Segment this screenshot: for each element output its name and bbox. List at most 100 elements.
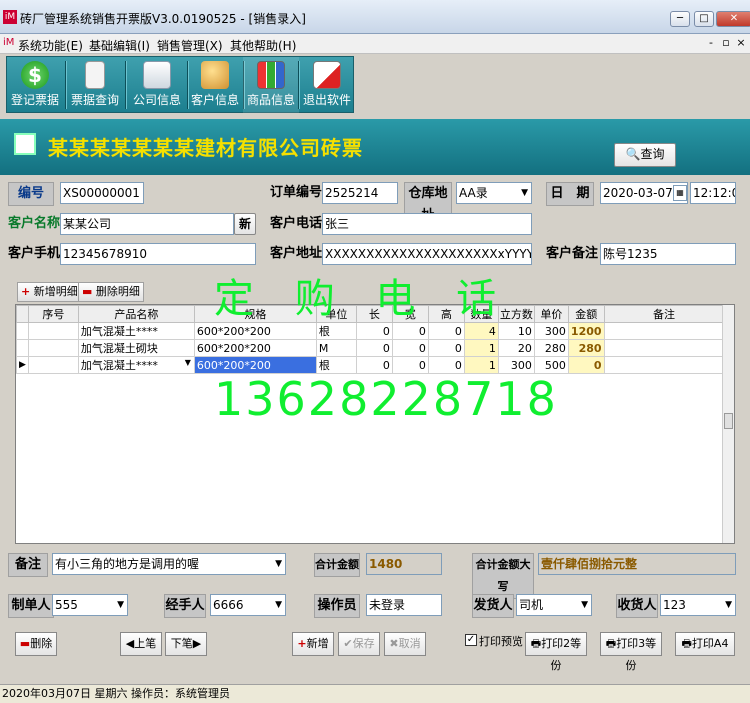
customer-field[interactable]: 某某公司 xyxy=(60,213,234,235)
query-button[interactable]: 🔍查询 xyxy=(614,143,676,167)
menu-system[interactable]: 系统功能(E) xyxy=(18,37,83,54)
maker-select[interactable]: 555 xyxy=(52,594,128,616)
phone-label: 客户电话 xyxy=(270,216,323,231)
total-label: 合计金额 xyxy=(314,553,360,577)
page-title: 某某某某某某某建材有限公司砖票 xyxy=(48,136,363,160)
toolbar-register-button[interactable]: $ 登记票据 xyxy=(7,57,63,113)
scrollbar-thumb[interactable] xyxy=(724,413,733,429)
total-value: 1480 xyxy=(366,553,442,575)
status-bar: 2020年03月07日 星期六 操作员：系统管理员 xyxy=(0,684,750,703)
order-label: 订单编号 xyxy=(270,185,323,200)
minus-icon: ▬ xyxy=(19,637,31,650)
calculator-icon xyxy=(14,133,36,155)
customer-note-field[interactable]: 陈号1235 xyxy=(600,243,736,265)
toolbar-customer-button[interactable]: 客户信息 xyxy=(187,57,243,113)
menu-basic-edit[interactable]: 基础编辑(I) xyxy=(89,37,150,54)
vertical-scrollbar[interactable] xyxy=(722,305,734,543)
menu-help[interactable]: 其他帮助(H) xyxy=(230,37,296,54)
maker-label: 制单人 xyxy=(8,594,54,618)
mdi-restore-icon[interactable]: ▫ xyxy=(719,36,733,49)
toolbar: $ 登记票据 票据查询 公司信息 客户信息 商品信息 退出软件 xyxy=(6,56,354,113)
app-icon: iM xyxy=(3,10,17,24)
minimize-button[interactable]: ─ xyxy=(670,11,690,27)
print-a4-button[interactable]: 🖶打印A4 xyxy=(675,632,735,656)
preview-checkbox[interactable]: ✓ xyxy=(465,634,477,646)
remark-select[interactable]: 有小三角的地方是调用的喔 xyxy=(52,553,286,575)
total-upper-value: 壹仟肆佰捌拾元整 xyxy=(538,553,736,575)
add-detail-button[interactable]: + 新增明细 xyxy=(17,282,82,302)
table-row[interactable]: 加气混凝土砌块 600*200*200 M 0 0 0 1 20 280 280 xyxy=(16,339,725,357)
mdi-close-icon[interactable]: × xyxy=(734,36,748,49)
cancel-button[interactable]: ✖取消 xyxy=(384,632,426,656)
mdi-minimize-icon[interactable]: - xyxy=(704,36,718,49)
document-search-icon xyxy=(85,61,105,89)
window-title: 砖厂管理系统销售开票版V3.0.0190525 - [销售录入] xyxy=(20,12,306,26)
phone-field[interactable]: 张三 xyxy=(322,213,532,235)
search-icon: 🔍 xyxy=(625,147,641,161)
col-header: 备注 xyxy=(603,305,725,323)
mobile-field[interactable]: 12345678910 xyxy=(60,243,256,265)
col-header: 金额 xyxy=(567,305,605,323)
operator-label: 操作员 xyxy=(314,594,360,618)
shipper-label: 发货人 xyxy=(472,594,514,618)
close-button[interactable]: ✕ xyxy=(716,11,750,27)
plus-icon: + xyxy=(297,637,307,650)
prev-button[interactable]: ◀上笔 xyxy=(120,632,162,656)
next-arrow-icon: ▶ xyxy=(192,637,202,650)
delete-button[interactable]: ▬删除 xyxy=(15,632,57,656)
check-icon: ✔ xyxy=(343,637,353,650)
users-icon xyxy=(201,61,229,89)
time-field[interactable]: 12:12:0 xyxy=(690,182,736,204)
print-3-button[interactable]: 🖶打印3等份 xyxy=(600,632,662,672)
calendar-icon[interactable]: ▦ xyxy=(673,185,687,201)
preview-label: 打印预览 xyxy=(479,635,523,648)
next-button[interactable]: 下笔▶ xyxy=(165,632,207,656)
save-button[interactable]: ✔保存 xyxy=(338,632,380,656)
add-button[interactable]: +新增 xyxy=(292,632,334,656)
maximize-button[interactable]: □ xyxy=(694,11,714,27)
address-field[interactable]: XXXXXXXXXXXXXXXXXXXXXxYYYYYYYY xyxy=(322,243,532,265)
order-field[interactable]: 2525214 xyxy=(322,182,398,204)
address-label: 客户地址 xyxy=(270,246,323,261)
delete-detail-button[interactable]: ▬ 删除明细 xyxy=(78,282,144,302)
mobile-label: 客户手机 xyxy=(8,246,61,261)
page-header: 某某某某某某某建材有限公司砖票 🔍查询 xyxy=(0,119,750,175)
printer-icon: 🖶 xyxy=(530,637,542,650)
print-2-button[interactable]: 🖶打印2等份 xyxy=(525,632,587,672)
watermark-title: 定 购 电 话 xyxy=(214,276,511,322)
prev-arrow-icon: ◀ xyxy=(125,637,135,650)
row-indicator-header xyxy=(16,305,29,323)
toolbar-company-button[interactable]: 公司信息 xyxy=(129,57,185,113)
warehouse-select[interactable]: AA录 xyxy=(456,182,532,204)
printer-icon: 🖶 xyxy=(605,637,617,650)
toolbar-exit-button[interactable]: 退出软件 xyxy=(299,57,355,113)
total-upper-label: 合计金额大写 xyxy=(472,553,534,599)
menu-sales[interactable]: 销售管理(X) xyxy=(157,37,223,54)
minus-icon: ▬ xyxy=(82,285,93,298)
table-row[interactable]: ▶ 加气混凝土**** ▼ 600*200*200 根 0 0 0 1 300 5… xyxy=(16,356,725,374)
current-row-icon: ▶ xyxy=(16,356,29,374)
menu-bar: iM 系统功能(E) 基础编辑(I) 销售管理(X) 其他帮助(H) - ▫ × xyxy=(0,34,750,54)
cross-icon: ✖ xyxy=(389,637,399,650)
new-customer-button[interactable]: 新 xyxy=(234,213,256,235)
building-icon xyxy=(143,61,171,89)
handler-select[interactable]: 6666 xyxy=(210,594,286,616)
handler-label: 经手人 xyxy=(164,594,206,618)
printer-icon: 🖶 xyxy=(681,637,692,650)
watermark-phone: 13628228718 xyxy=(214,372,558,426)
number-label: 编号 xyxy=(8,182,54,206)
number-field[interactable]: XS00000001 xyxy=(60,182,144,204)
col-header: 序号 xyxy=(27,305,79,323)
dropdown-arrow-icon[interactable]: ▼ xyxy=(185,358,191,367)
exit-icon xyxy=(313,61,341,89)
operator-field[interactable]: 未登录 xyxy=(366,594,442,616)
receiver-select[interactable]: 123 xyxy=(660,594,736,616)
table-row[interactable]: 加气混凝土**** 600*200*200 根 0 0 0 4 10 300 1… xyxy=(16,322,725,340)
col-header: 产品名称 xyxy=(77,305,195,323)
toolbar-product-button[interactable]: 商品信息 xyxy=(243,57,299,113)
customer-label: 客户名称 xyxy=(8,216,61,231)
shipper-select[interactable]: 司机 xyxy=(516,594,592,616)
toolbar-query-button[interactable]: 票据查询 xyxy=(67,57,123,113)
col-header: 单价 xyxy=(533,305,569,323)
title-bar: iM 砖厂管理系统销售开票版V3.0.0190525 - [销售录入] ─ □ … xyxy=(0,0,750,34)
